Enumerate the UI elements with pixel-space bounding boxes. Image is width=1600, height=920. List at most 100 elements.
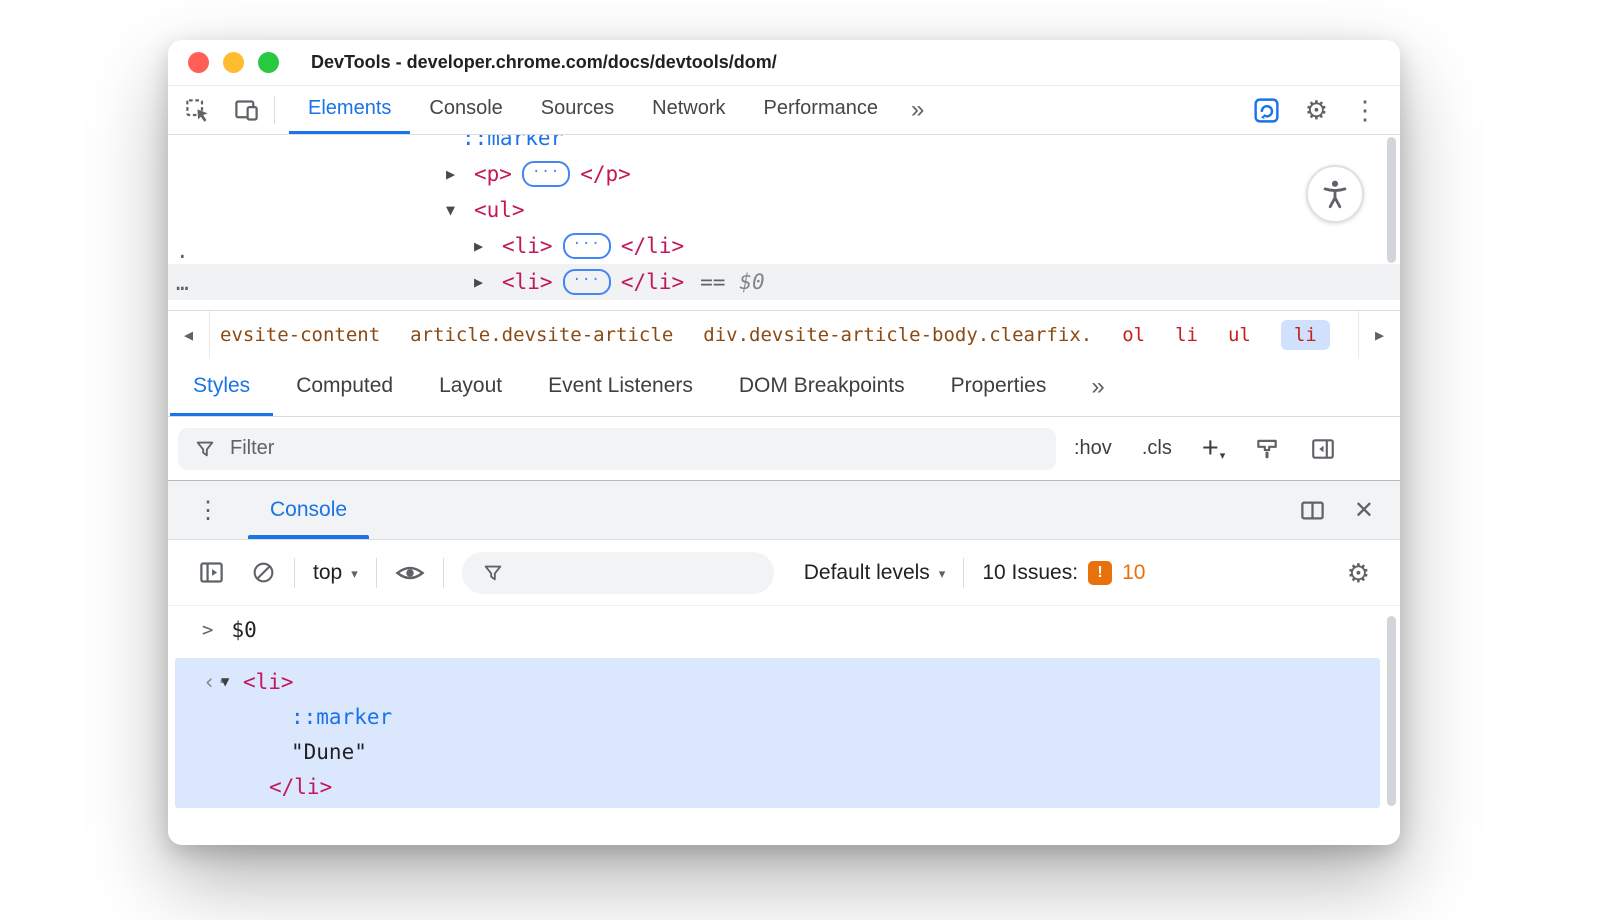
tree-row-li-1[interactable]: ▶<li> ··· </li>: [168, 228, 1400, 264]
close-tag[interactable]: </li>: [621, 270, 684, 294]
tab-console[interactable]: Console: [410, 86, 521, 134]
open-tag[interactable]: <li>: [502, 234, 553, 258]
open-tag[interactable]: <li>: [502, 270, 553, 294]
drawer-menu-kebab-icon[interactable]: ⋮: [196, 496, 220, 525]
tab-elements[interactable]: Elements: [289, 86, 410, 134]
breadcrumb-scroll-right-icon[interactable]: ▶: [1358, 311, 1400, 358]
clipped-text-fragment: .: [176, 239, 189, 263]
breadcrumb-item-selected[interactable]: li: [1281, 320, 1330, 350]
collapse-arrow-icon[interactable]: ▼: [446, 201, 474, 219]
styles-filter-field[interactable]: [178, 428, 1056, 470]
console-command-row[interactable]: > $0: [168, 606, 1400, 654]
inline-expand-button[interactable]: ···: [522, 161, 570, 187]
collapse-arrow-icon[interactable]: ▼: [221, 674, 243, 690]
issues-label: 10 Issues:: [982, 561, 1078, 585]
close-tag[interactable]: </li>: [621, 234, 684, 258]
tab-performance[interactable]: Performance: [745, 86, 898, 134]
close-tag[interactable]: </p>: [580, 162, 631, 186]
console-sidebar-toggle-icon[interactable]: [198, 559, 225, 586]
split-panel-icon[interactable]: [1299, 497, 1326, 524]
styles-filter-input[interactable]: [230, 437, 1040, 460]
tab-properties[interactable]: Properties: [928, 358, 1070, 416]
toggle-sidebar-dock-icon[interactable]: [1310, 436, 1336, 462]
default-levels-dropdown[interactable]: Default levels ▾: [804, 561, 946, 585]
console-result-highlighted[interactable]: ‹·▼<li> ::marker "Dune" </li>: [175, 658, 1380, 808]
device-toolbar-icon[interactable]: [233, 97, 260, 124]
issues-counter[interactable]: 10 Issues: ! 10: [982, 561, 1145, 585]
traffic-lights: [188, 52, 279, 73]
tree-row-marker-clipped[interactable]: ::marker: [168, 135, 1400, 156]
more-style-tabs-icon[interactable]: »: [1077, 373, 1118, 401]
expand-arrow-icon[interactable]: ▶: [474, 237, 502, 255]
plus-label: +: [1202, 434, 1219, 463]
tab-sources[interactable]: Sources: [522, 86, 633, 134]
console-scrollbar[interactable]: [1387, 616, 1396, 806]
inline-expand-button[interactable]: ···: [563, 233, 611, 259]
open-tag[interactable]: <ul>: [474, 198, 525, 222]
styles-pane-tabs: Styles Computed Layout Event Listeners D…: [168, 358, 1400, 417]
main-menu-kebab-icon[interactable]: ⋮: [1352, 97, 1378, 123]
window-title: DevTools - developer.chrome.com/docs/dev…: [311, 52, 777, 73]
cls-toggle-button[interactable]: .cls: [1142, 437, 1172, 460]
result-line-text[interactable]: "Dune": [175, 734, 1380, 769]
dollar-zero-ref: $0: [739, 270, 764, 294]
result-line-open[interactable]: ‹·▼<li>: [175, 664, 1380, 699]
console-toolbar: top ▾ Default levels ▾ 10 Issues: ! 10 ⚙: [168, 540, 1400, 606]
toolbar-divider: [963, 558, 964, 588]
result-line-marker[interactable]: ::marker: [175, 699, 1380, 734]
tree-row-li-selected[interactable]: ▶<li> ··· </li> == $0: [168, 264, 1400, 300]
tab-network[interactable]: Network: [633, 86, 744, 134]
context-selector[interactable]: top ▾: [313, 561, 358, 585]
breadcrumb-item[interactable]: li: [1175, 324, 1198, 346]
sync-panel-icon[interactable]: [1252, 96, 1281, 125]
console-filter-field[interactable]: [462, 552, 774, 594]
tree-scrollbar[interactable]: [1387, 137, 1396, 263]
result-line-close[interactable]: </li>: [175, 769, 1380, 804]
equals-sign: ==: [700, 270, 725, 294]
issues-count: 10: [1122, 561, 1145, 585]
more-tabs-icon[interactable]: »: [897, 86, 938, 134]
zoom-window-button[interactable]: [258, 52, 279, 73]
font-editor-brush-icon[interactable]: [1254, 436, 1280, 462]
tab-layout[interactable]: Layout: [416, 358, 525, 416]
console-drawer-tab[interactable]: Console: [244, 481, 373, 539]
close-tag[interactable]: </li>: [269, 775, 332, 799]
filter-funnel-icon: [482, 562, 504, 584]
expand-arrow-icon[interactable]: ▶: [446, 165, 474, 183]
close-window-button[interactable]: [188, 52, 209, 73]
pseudo-element-label[interactable]: ::marker: [291, 705, 392, 729]
minimize-window-button[interactable]: [223, 52, 244, 73]
open-tag[interactable]: <li>: [243, 670, 294, 694]
breadcrumb-item[interactable]: article.devsite-article: [410, 324, 673, 346]
close-drawer-icon[interactable]: ✕: [1354, 496, 1374, 525]
tab-styles[interactable]: Styles: [170, 358, 273, 416]
hov-toggle-button[interactable]: :hov: [1074, 437, 1112, 460]
devtools-window: DevTools - developer.chrome.com/docs/dev…: [168, 40, 1400, 845]
tab-computed[interactable]: Computed: [273, 358, 416, 416]
open-tag[interactable]: <p>: [474, 162, 512, 186]
settings-gear-icon[interactable]: ⚙: [1305, 97, 1328, 123]
inline-expand-button[interactable]: ···: [563, 269, 611, 295]
inspect-element-icon[interactable]: [184, 97, 211, 124]
console-prompt-icon: >: [202, 619, 213, 641]
breadcrumb-scroll-left-icon[interactable]: ◀: [168, 311, 210, 358]
breadcrumb-item[interactable]: div.devsite-article-body.clearfix.: [703, 324, 1092, 346]
breadcrumb-item[interactable]: ul: [1228, 324, 1251, 346]
breadcrumb-item[interactable]: ol: [1122, 324, 1145, 346]
tree-row-p[interactable]: ▶<p> ··· </p>: [168, 156, 1400, 192]
context-selector-label: top: [313, 561, 342, 585]
toolbar-divider: [294, 558, 295, 588]
expand-arrow-icon[interactable]: ▶: [474, 273, 502, 291]
tab-dom-breakpoints[interactable]: DOM Breakpoints: [716, 358, 928, 416]
clear-console-icon[interactable]: [251, 560, 276, 585]
breadcrumb-item[interactable]: evsite-content: [220, 324, 380, 346]
accessibility-person-icon: [1318, 177, 1352, 211]
tree-row-ul[interactable]: ▼<ul>: [168, 192, 1400, 228]
tab-event-listeners[interactable]: Event Listeners: [525, 358, 716, 416]
accessibility-button[interactable]: [1306, 165, 1364, 223]
pseudo-element-label[interactable]: ::marker: [462, 135, 563, 150]
console-settings-gear-icon[interactable]: ⚙: [1347, 560, 1370, 586]
new-style-rule-button[interactable]: +▾: [1202, 434, 1224, 463]
elements-dom-tree: ::marker ▶<p>···</p> ▼<ul> ▶<li>···</li>…: [168, 135, 1400, 310]
live-expression-eye-icon[interactable]: [395, 562, 425, 584]
